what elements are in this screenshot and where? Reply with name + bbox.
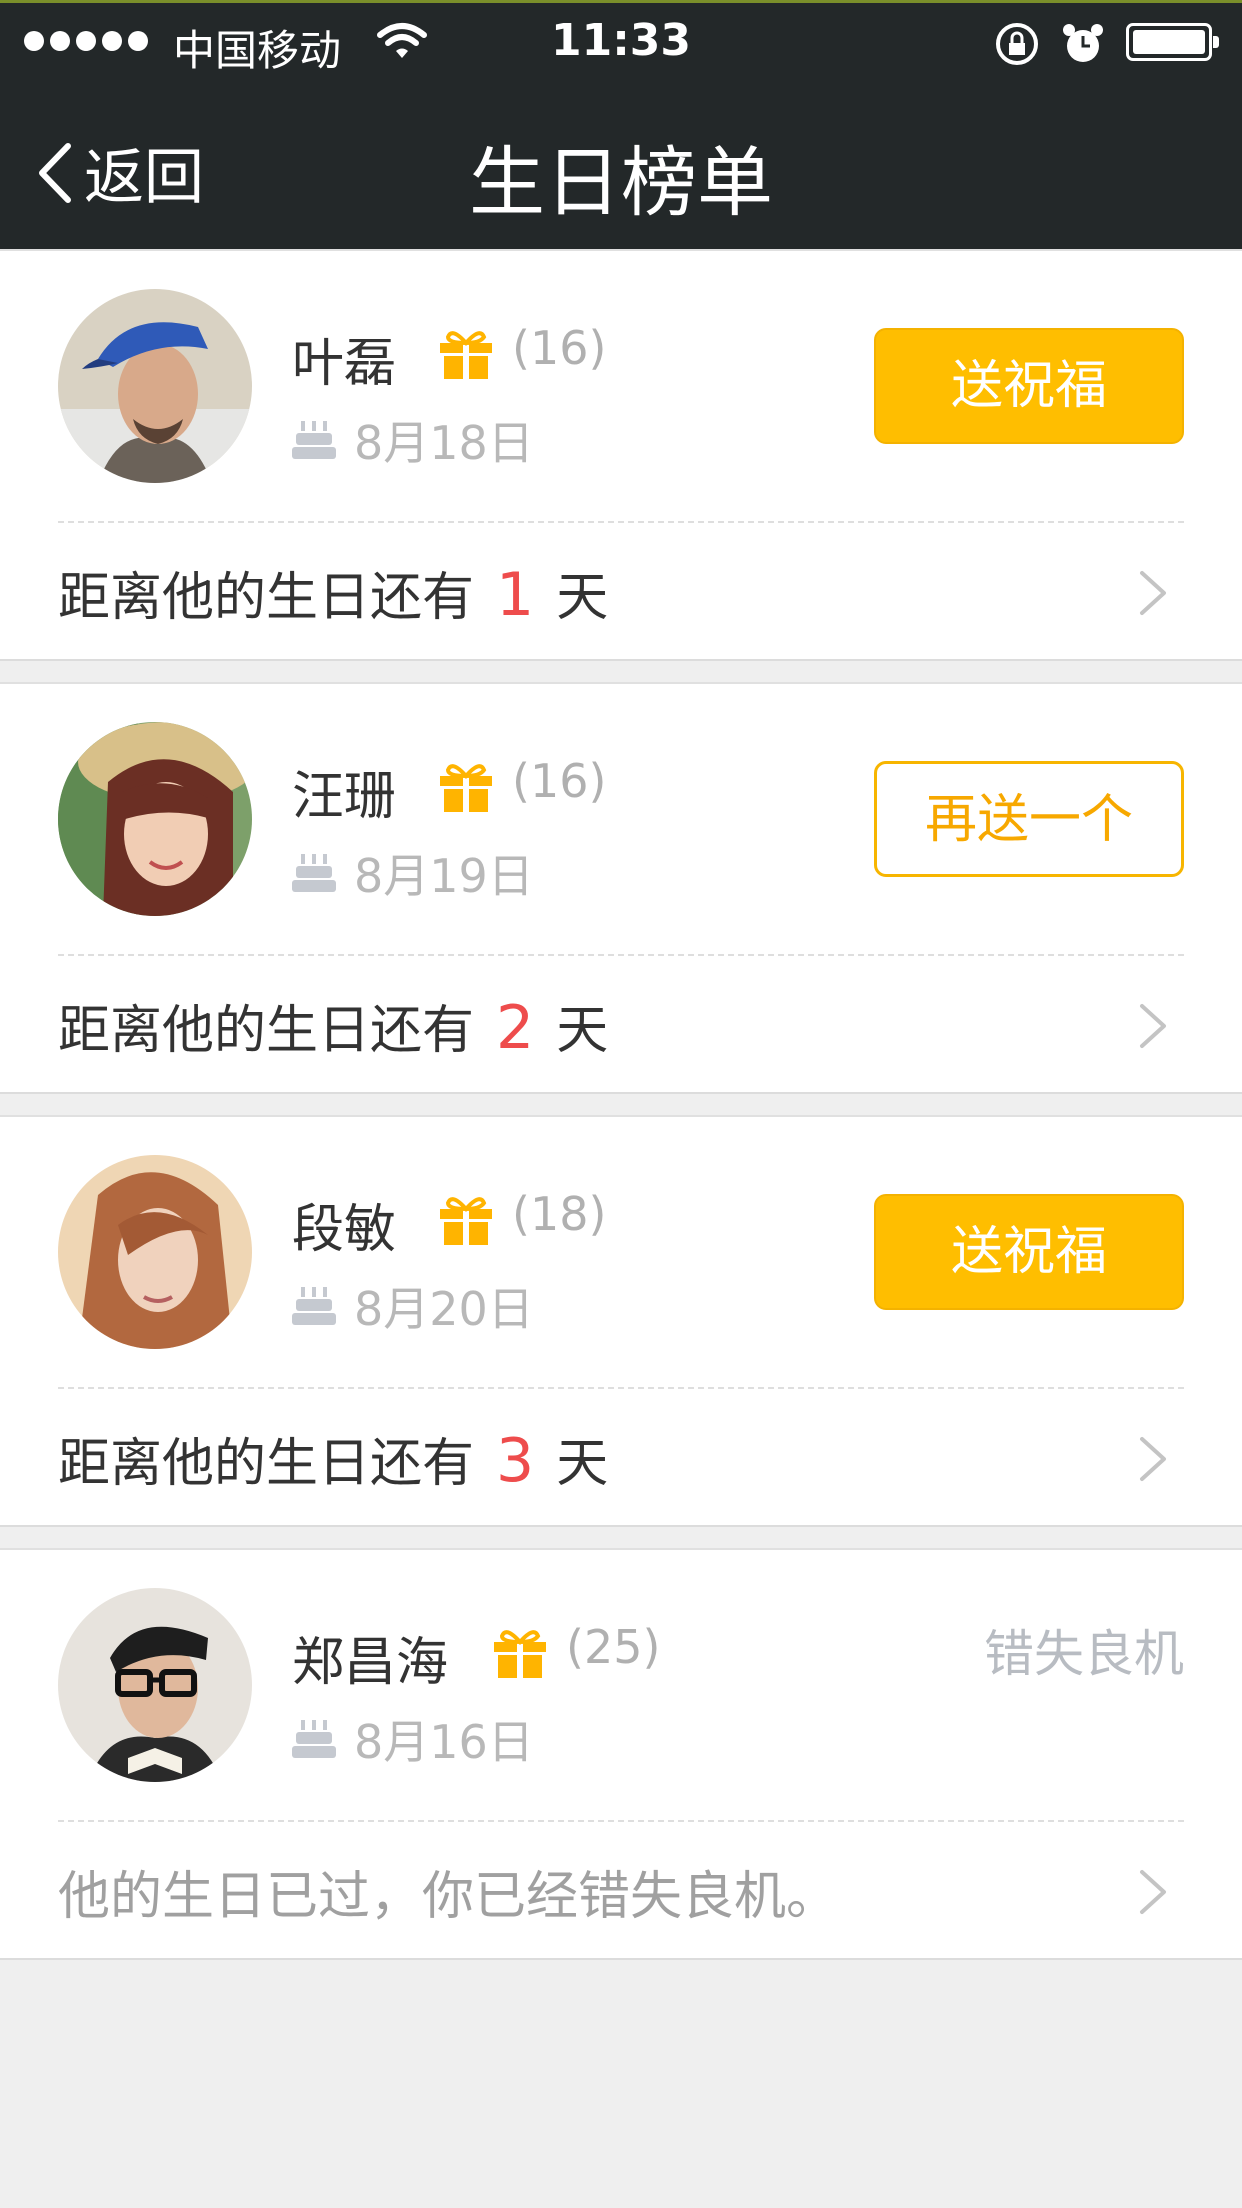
person-name: 段敏: [292, 1200, 397, 1260]
cake-icon: [292, 854, 336, 892]
person-age: (16): [512, 754, 607, 808]
chevron-right-icon[interactable]: [1138, 1435, 1168, 1483]
days-remaining: 1: [496, 560, 535, 630]
navigation-bar: 返回 生日榜单: [0, 85, 1242, 249]
divider: [58, 954, 1184, 956]
person-name: 郑昌海: [292, 1633, 449, 1693]
alarm-icon: [1063, 24, 1103, 62]
missed-message[interactable]: 他的生日已过，你已经错失良机。: [58, 1854, 838, 1929]
gift-icon: [440, 331, 492, 379]
send-wishes-button[interactable]: 送祝福: [874, 1194, 1184, 1310]
top-bar: 中国移动 11:33 返回 生日榜单: [0, 0, 1242, 249]
gift-icon: [440, 1197, 492, 1245]
send-another-button[interactable]: 再送一个: [874, 761, 1184, 877]
days-remaining: 2: [496, 993, 535, 1063]
countdown-prefix: 距离他的生日还有: [58, 1434, 475, 1494]
avatar: [58, 1155, 252, 1349]
person-age: (18): [512, 1187, 607, 1241]
divider: [58, 1820, 1184, 1822]
countdown-suffix: 天: [556, 568, 609, 628]
birthday-date: 8月18日: [354, 416, 534, 470]
avatar: [58, 289, 252, 483]
person-age: (16): [512, 321, 607, 375]
divider: [58, 1387, 1184, 1389]
cake-icon: [292, 1720, 336, 1758]
birthday-date: 8月16日: [354, 1715, 534, 1769]
countdown-prefix: 距离他的生日还有: [58, 568, 475, 628]
status-time: 11:33: [550, 15, 692, 66]
rotation-lock-icon: [996, 23, 1038, 65]
countdown-text[interactable]: 距离他的生日还有 3 天: [58, 1421, 608, 1496]
birthday-card: 汪珊 (16) 8月19日 再送一个 距离他的生日还有 2 天: [0, 682, 1242, 1094]
battery-icon: [1126, 23, 1219, 61]
divider: [58, 521, 1184, 523]
birthday-card: 郑昌海 (25) 8月16日 错失良机 他的生日已过，你已经错失良机。: [0, 1548, 1242, 1960]
cake-icon: [292, 421, 336, 459]
person-name: 叶磊: [292, 334, 397, 394]
countdown-text[interactable]: 距离他的生日还有 2 天: [58, 988, 608, 1063]
gift-icon: [440, 764, 492, 812]
person-name: 汪珊: [292, 767, 397, 827]
cake-icon: [292, 1287, 336, 1325]
countdown-text[interactable]: 距离他的生日还有 1 天: [58, 555, 608, 630]
chevron-right-icon[interactable]: [1138, 1002, 1168, 1050]
missed-status: 错失良机: [984, 1625, 1184, 1683]
days-remaining: 3: [496, 1426, 535, 1496]
send-wishes-button[interactable]: 送祝福: [874, 328, 1184, 444]
page-title: 生日榜单: [469, 138, 773, 227]
countdown-suffix: 天: [556, 1001, 609, 1061]
gift-icon: [494, 1630, 546, 1678]
avatar: [58, 1588, 252, 1782]
birthday-card: 叶磊 (16) 8月18日 送祝福 距离他的生日还有 1 天: [0, 249, 1242, 661]
chevron-right-icon[interactable]: [1138, 569, 1168, 617]
countdown-suffix: 天: [556, 1434, 609, 1494]
chevron-right-icon[interactable]: [1138, 1868, 1168, 1916]
birthday-date: 8月19日: [354, 849, 534, 903]
birthday-date: 8月20日: [354, 1282, 534, 1336]
avatar: [58, 722, 252, 916]
birthday-card: 段敏 (18) 8月20日 送祝福 距离他的生日还有 3 天: [0, 1115, 1242, 1527]
person-age: (25): [566, 1620, 661, 1674]
status-bar: 中国移动 11:33: [0, 3, 1242, 85]
countdown-prefix: 距离他的生日还有: [58, 1001, 475, 1061]
